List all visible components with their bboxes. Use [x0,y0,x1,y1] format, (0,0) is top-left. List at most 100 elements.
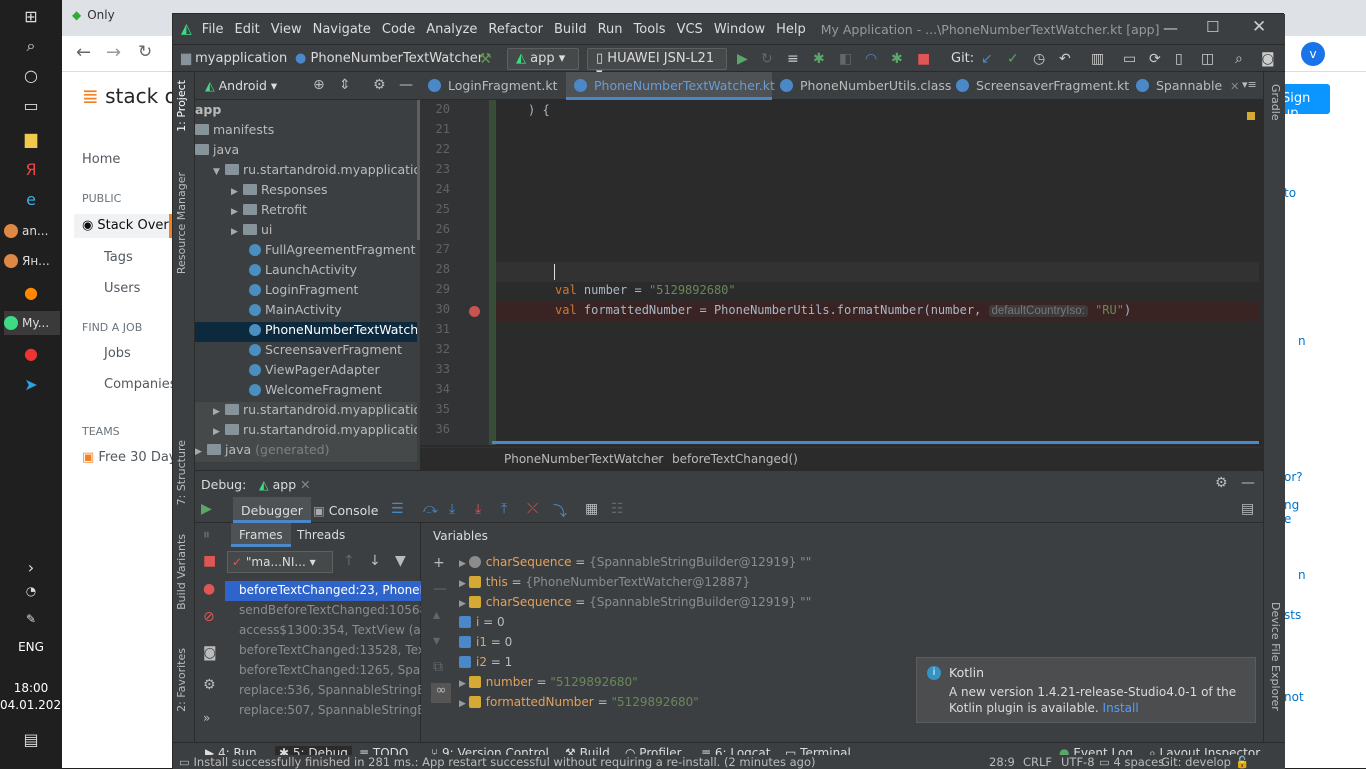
clock[interactable]: 18:00 04.01.2021 [0,680,69,714]
tool-tab-resource-manager[interactable]: Resource Manager [175,172,188,274]
gear-icon[interactable]: ⚙ [1215,475,1228,491]
tool-tab-project[interactable]: 1: Project [175,80,188,132]
expand-arrow-icon[interactable]: ▶ [459,679,469,689]
link-fragment[interactable]: or? [1284,470,1303,484]
up-arrow-icon[interactable]: ↑ [343,553,355,569]
sdk-icon[interactable]: ◫ [1201,51,1214,67]
hide-panel-icon[interactable]: — [399,77,413,93]
variable-row[interactable]: ▶ charSequence = {SpannableStringBuilder… [459,595,811,615]
add-watch-icon[interactable]: + [433,555,445,571]
nav-tags[interactable]: Tags [104,250,133,265]
device-manager-icon[interactable]: ▭ [1123,51,1136,67]
line-separator[interactable]: CRLF [1023,755,1052,769]
git-branch[interactable]: Git: develop [1161,755,1231,769]
tree-item[interactable]: ScreensaverFragment [195,342,417,362]
console-tab[interactable]: ▣ Console [313,503,378,518]
language-indicator[interactable]: ENG [0,640,62,654]
tool-tab-favorites[interactable]: 2: Favorites [175,648,188,712]
menu-run[interactable]: Run [598,22,623,37]
expand-arrow-icon[interactable]: ▶ [231,227,243,237]
device-select[interactable]: ▯ HUAWEI JSN-L21 ▾ [587,48,727,81]
menu-vcs[interactable]: VCS [677,22,703,37]
editor-tab-phone-utils[interactable]: PhoneNumberUtils.class✕ [772,72,969,100]
horizontal-scrollbar[interactable] [492,441,1259,444]
tree-item[interactable]: java [195,142,417,162]
filter-icon[interactable]: ▼ [395,553,406,569]
file-encoding[interactable]: UTF-8 [1061,755,1095,769]
git-commit-icon[interactable]: ✓ [1007,51,1019,67]
close-tab-icon[interactable]: ✕ [1230,80,1239,93]
menu-build[interactable]: Build [554,22,587,37]
close-session-icon[interactable]: ✕ [300,477,310,492]
expand-arrow-icon[interactable]: ▶ [231,187,243,197]
reload-icon[interactable]: ↻ [138,42,152,62]
debugger-tab[interactable]: Debugger [233,497,311,523]
resume-icon[interactable]: ▶ [201,501,212,517]
tree-item[interactable]: FullAgreementFragment [195,242,417,262]
pen-icon[interactable]: ✎ [18,608,44,630]
tool-tab-gradle[interactable]: Gradle [1269,84,1282,121]
project-view-select[interactable]: ◭ Android ▾ [205,78,277,93]
tree-item[interactable]: manifests [195,122,417,142]
notification-center-icon[interactable]: ▤ [18,728,44,750]
breakpoint-icon[interactable] [469,306,480,317]
expand-arrow-icon[interactable]: ▶ [195,447,207,457]
locate-file-icon[interactable]: ⊕ [313,77,325,93]
more-icon[interactable]: » [203,711,210,725]
taskbar-app-chrome[interactable]: an... [4,219,60,243]
move-up-icon[interactable]: ▴ [433,607,440,623]
tree-item[interactable]: ▶ Retrofit [195,202,417,222]
variable-row[interactable]: ▶ charSequence = {SpannableStringBuilder… [459,555,811,575]
network-icon[interactable]: ◔ [18,580,44,602]
menu-refactor[interactable]: Refactor [488,22,543,37]
attach-icon[interactable]: ✱ [891,51,903,67]
mute-breakpoints-icon[interactable]: ⊘ [203,609,215,625]
step-over-icon[interactable]: ⤼ [423,501,438,517]
nav-jobs[interactable]: Jobs [104,346,131,361]
hide-panel-icon[interactable]: — [1241,475,1255,491]
show-execution-point-icon[interactable]: ☰ [391,501,404,517]
stack-frame[interactable]: sendBeforeTextChanged:10568, Te [225,601,421,621]
variable-row[interactable]: i2 = 1 [459,655,512,675]
nav-home[interactable]: Home [82,152,120,167]
remove-watch-icon[interactable]: — [433,581,447,597]
tool-tab-device-file-explorer[interactable]: Device File Explorer [1269,602,1282,711]
profile-avatar[interactable]: v [1301,42,1325,66]
editor-tab-phone-watcher[interactable]: PhoneNumberTextWatcher.kt✕ [566,72,792,100]
tree-item[interactable]: LoginFragment [195,282,417,302]
show-watches-icon[interactable]: ∞ [431,683,451,703]
sync-icon[interactable]: ⟳ [1149,51,1161,67]
tool-tab-build-variants[interactable]: Build Variants [175,534,188,610]
menu-navigate[interactable]: Navigate [313,22,371,37]
variable-row[interactable]: i1 = 0 [459,635,512,655]
run-to-cursor-icon[interactable]: ⤵ [553,501,567,521]
debug-session-tab[interactable]: ◭ app ✕ [259,477,311,492]
tree-item[interactable]: MainActivity [195,302,417,322]
gear-icon[interactable]: ⚙ [373,77,386,93]
tabs-overflow-icon[interactable]: ▾≡ [1242,78,1257,91]
debug-icon[interactable]: ✱ [813,51,825,67]
stop-icon[interactable]: ■ [203,553,216,569]
pause-icon[interactable]: ⏸ [203,527,210,543]
threads-tab[interactable]: Threads [297,528,345,542]
stack-frame[interactable]: beforeTextChanged:23, PhoneNum [225,581,421,601]
tree-item[interactable]: ▼ ru.startandroid.myapplication [195,162,417,182]
thread-select[interactable]: ✓ "ma...NI... ▾ [227,551,333,573]
cortana-icon[interactable]: ○ [18,64,44,86]
indent-setting[interactable]: ▭ 4 spaces [1099,755,1164,769]
gear-icon[interactable]: ⚙ [203,677,216,693]
stack-frame[interactable]: access$1300:354, TextView (andro [225,621,421,641]
git-history-icon[interactable]: ◷ [1033,51,1045,67]
layout-icon[interactable]: ▤ [1241,501,1254,517]
breadcrumb-class[interactable]: PhoneNumberTextWatcher [504,452,663,466]
tool-tab-structure[interactable]: 7: Structure [175,440,188,505]
forward-icon[interactable]: → [106,42,121,63]
browser-tab[interactable]: ◆ Only [72,8,132,28]
tree-item[interactable]: WelcomeFragment [195,382,417,402]
expand-arrow-icon[interactable]: ▶ [459,559,469,569]
link-fragment[interactable]: not [1284,690,1304,704]
copy-icon[interactable]: ⧉ [433,659,443,675]
rerun-icon[interactable]: ↻ [761,51,773,67]
tree-item[interactable]: ▶ java (generated) [195,442,417,462]
menu-help[interactable]: Help [776,22,806,37]
